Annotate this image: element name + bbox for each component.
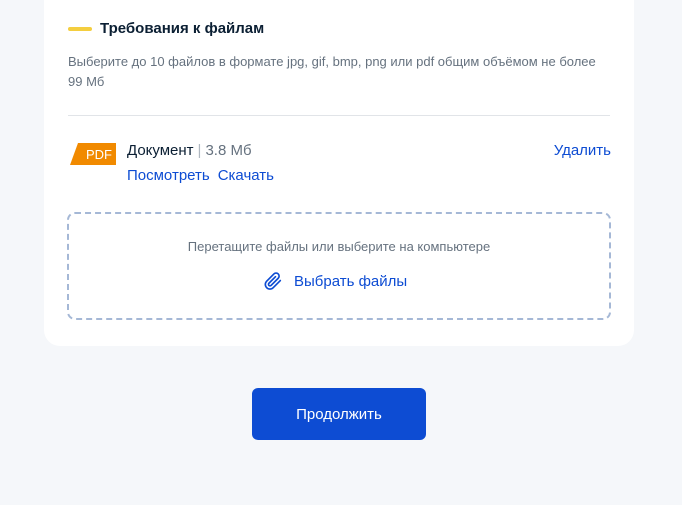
choose-files-label: Выбрать файлы <box>294 272 408 290</box>
view-file-link[interactable]: Посмотреть <box>127 167 210 184</box>
download-file-link[interactable]: Скачать <box>218 167 274 184</box>
file-separator: | <box>197 142 202 159</box>
dropzone-hint: Перетащите файлы или выберите на компьют… <box>187 239 491 254</box>
requirements-heading: Требования к файлам <box>68 20 264 37</box>
requirements-description: Выберите до 10 файлов в формате jpg, gif… <box>68 54 596 89</box>
uploaded-file-row: PDF Документ | 3.8 Мб Посмотреть Скачать Уд… <box>68 140 611 188</box>
paperclip-icon <box>262 270 284 292</box>
requirements-title: Требования к файлам <box>100 20 265 37</box>
file-actions: Посмотреть Скачать <box>127 165 274 187</box>
file-info: Документ | 3.8 Мб <box>127 140 252 162</box>
pdf-badge-label: PDF <box>86 147 112 162</box>
file-upload-card: Требования к файлам Выберите до 10 файло… <box>44 0 634 346</box>
heading-accent-bar <box>68 26 92 31</box>
choose-files-button[interactable]: Выбрать файлы <box>262 270 407 292</box>
delete-file-link[interactable]: Удалить <box>554 140 611 162</box>
file-size: 3.8 Мб <box>205 142 252 159</box>
pdf-file-icon: PDF <box>70 143 116 165</box>
continue-button[interactable]: Продолжить <box>252 388 426 440</box>
file-dropzone[interactable]: Перетащите файлы или выберите на компьют… <box>67 212 611 320</box>
divider <box>68 115 610 116</box>
file-name: Документ <box>127 142 194 159</box>
